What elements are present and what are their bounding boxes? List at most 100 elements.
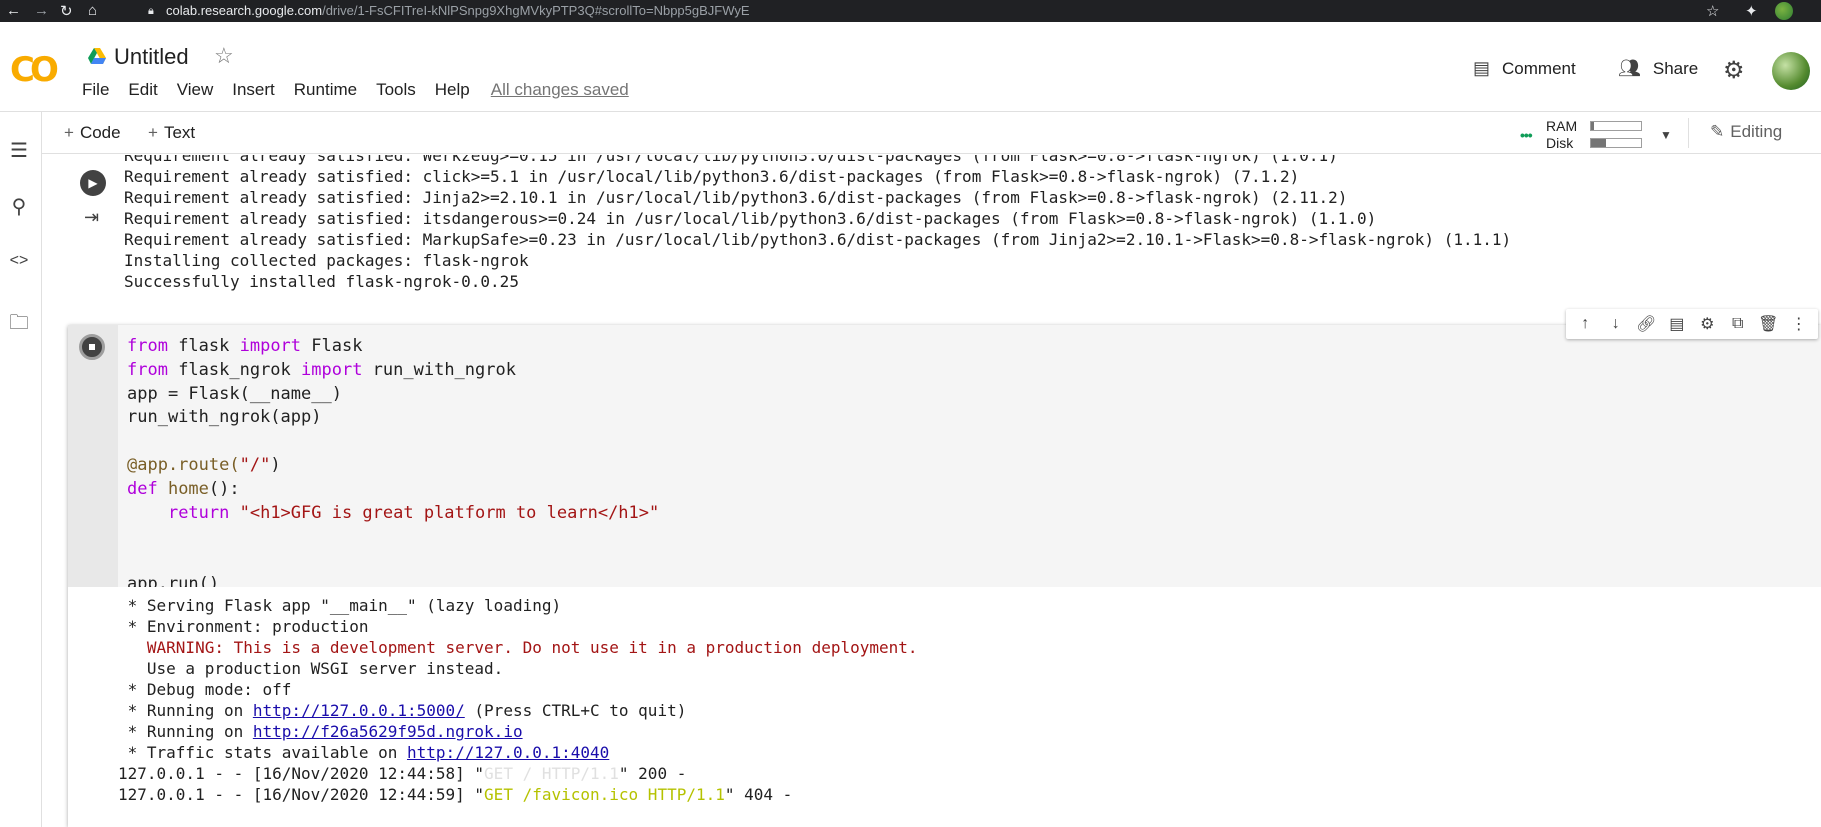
menu-file[interactable]: File xyxy=(82,80,109,100)
people-icon: 👥︎ xyxy=(1618,58,1641,78)
editing-label: Editing xyxy=(1730,122,1783,141)
output-line: Use a production WSGI server instead. xyxy=(118,659,504,678)
code-keyword: from xyxy=(127,336,168,356)
request-text: GET / HTTP/1.1 xyxy=(484,764,619,783)
disk-usage-fill xyxy=(1591,139,1606,147)
stop-execution-button[interactable] xyxy=(79,334,105,360)
reload-icon[interactable]: ↻ xyxy=(60,2,73,20)
left-sidebar: ☰ ⚲ <> 🗀 xyxy=(0,112,42,827)
more-options-icon[interactable]: ⋮ xyxy=(1788,314,1810,334)
extensions-icon[interactable]: ✦ xyxy=(1745,2,1758,20)
home-icon[interactable]: ⌂ xyxy=(88,2,97,19)
plus-icon: + xyxy=(64,123,74,142)
comment-button[interactable]: ▤ Comment xyxy=(1473,58,1576,79)
code-decorator: @app.route( xyxy=(127,454,240,475)
code-text: flask_ngrok xyxy=(167,359,302,380)
ram-usage-bar xyxy=(1590,121,1642,131)
add-text-button[interactable]: + Text xyxy=(148,123,195,143)
cell-output: * Serving Flask app "__main__" (lazy loa… xyxy=(118,587,1821,827)
output-text: (Press CTRL+C to quit) xyxy=(464,701,687,720)
browser-profile-avatar[interactable] xyxy=(1775,2,1793,20)
localhost-link[interactable]: http://127.0.0.1:5000/ xyxy=(253,701,465,720)
link-icon[interactable]: 🔗︎ xyxy=(1635,314,1657,334)
delete-trash-icon[interactable]: 🗑︎ xyxy=(1757,314,1779,334)
cell-toolbar: ↑ ↓ 🔗︎ ▤ ⚙ ⧉ 🗑︎ ⋮ xyxy=(1566,309,1818,339)
search-icon[interactable]: ⚲ xyxy=(8,194,30,219)
notebook-title[interactable]: Untitled xyxy=(114,44,189,70)
code-keyword: return xyxy=(167,502,230,523)
output-line: Successfully installed flask-ngrok-0.0.2… xyxy=(124,272,519,291)
settings-gear-icon[interactable]: ⚙ xyxy=(1723,56,1745,85)
ngrok-link[interactable]: http://f26a5629f95d.ngrok.io xyxy=(253,722,523,741)
output-text: " 200 - xyxy=(618,764,687,783)
run-cell-button[interactable]: ▶ xyxy=(80,170,106,196)
output-line: * Running on http://f26a5629f95d.ngrok.i… xyxy=(118,721,1821,742)
code-text: run_with_ngrok xyxy=(362,359,516,380)
chevron-down-icon[interactable]: ▼ xyxy=(1660,128,1672,142)
output-line: Requirement already satisfied: click>=5.… xyxy=(124,167,1300,186)
cell-gutter xyxy=(68,325,118,587)
forward-icon[interactable]: → xyxy=(34,2,49,19)
bookmark-star-icon[interactable]: ☆ xyxy=(1706,2,1719,20)
comment-label: Comment xyxy=(1502,58,1576,78)
output-line: 127.0.0.1 - - [16/Nov/2020 12:44:59] "GE… xyxy=(118,784,1821,805)
output-line: * Serving Flask app "__main__" (lazy loa… xyxy=(118,596,562,615)
disk-label: Disk xyxy=(1546,135,1574,151)
address-bar[interactable]: colab.research.google.com/drive/1-FsCFIT… xyxy=(166,3,750,18)
disk-usage-bar xyxy=(1590,138,1642,148)
code-text: run_with_ngrok(app) xyxy=(127,407,322,428)
menu-runtime[interactable]: Runtime xyxy=(294,80,357,100)
ram-label: RAM xyxy=(1546,118,1578,134)
menu-edit[interactable]: Edit xyxy=(128,80,157,100)
output-line: Requirement already satisfied: Werkzeug>… xyxy=(124,155,1338,165)
files-folder-icon[interactable]: 🗀 xyxy=(8,308,30,342)
comment-icon: ▤ xyxy=(1473,58,1491,78)
output-text: " 404 - xyxy=(724,785,793,804)
menu-insert[interactable]: Insert xyxy=(232,80,275,100)
colab-logo[interactable]: CO xyxy=(10,50,59,90)
table-of-contents-icon[interactable]: ☰ xyxy=(8,138,30,163)
url-path: /drive/1-FsCFITreI-kNlPSnpg9XhgMVkyPTP3Q… xyxy=(322,3,750,18)
output-actions-icon[interactable]: ⇥ xyxy=(84,207,99,228)
user-avatar[interactable] xyxy=(1772,52,1810,90)
code-text: app = Flask(__name__) xyxy=(127,383,342,404)
editing-mode-button[interactable]: ✎ Editing xyxy=(1710,122,1782,142)
notebook-toolbar: +Code +Text ••• RAM Disk ▼ ✎Editing ⌃ xyxy=(42,112,1821,154)
output-line: * Traffic stats available on http://127.… xyxy=(118,742,1821,763)
menu-tools[interactable]: Tools xyxy=(376,80,416,100)
code-cell[interactable]: from flask import Flask from flask_ngrok… xyxy=(68,309,1821,827)
code-snippets-icon[interactable]: <> xyxy=(8,252,30,270)
move-down-icon[interactable]: ↓ xyxy=(1605,315,1627,333)
divider xyxy=(1688,118,1689,148)
output-text: 127.0.0.1 - - [16/Nov/2020 12:44:59] " xyxy=(118,785,485,804)
output-line: Installing collected packages: flask-ngr… xyxy=(124,251,529,270)
star-icon[interactable]: ☆ xyxy=(214,43,234,69)
output-text: * Running on xyxy=(118,722,253,741)
output-line: * Environment: production xyxy=(118,617,369,636)
settings-gear-icon[interactable]: ⚙ xyxy=(1696,314,1718,334)
save-status[interactable]: All changes saved xyxy=(491,80,629,100)
back-icon[interactable]: ← xyxy=(6,2,21,19)
url-host: colab.research.google.com xyxy=(166,3,323,18)
mirror-cell-icon[interactable]: ⧉ xyxy=(1727,315,1749,333)
add-code-label: Code xyxy=(79,123,121,142)
code-string: "<h1>GFG is great platform to learn</h1>… xyxy=(229,502,660,523)
menu-help[interactable]: Help xyxy=(435,80,470,100)
code-keyword: import xyxy=(239,336,302,356)
move-up-icon[interactable]: ↑ xyxy=(1574,315,1596,333)
add-code-button[interactable]: + Code xyxy=(64,123,121,143)
share-button[interactable]: 👥︎ Share xyxy=(1618,58,1698,79)
output-line: * Running on http://127.0.0.1:5000/ (Pre… xyxy=(118,700,1821,721)
traffic-stats-link[interactable]: http://127.0.0.1:4040 xyxy=(407,743,609,762)
add-text-label: Text xyxy=(163,123,196,142)
output-warning-line: WARNING: This is a development server. D… xyxy=(118,638,918,657)
browser-bar: ← → ↻ ⌂ 🔒︎ colab.research.google.com/dri… xyxy=(0,0,1821,22)
code-text: Flask xyxy=(301,336,363,356)
comment-icon[interactable]: ▤ xyxy=(1666,314,1688,334)
menu-view[interactable]: View xyxy=(177,80,214,100)
output-text: * Running on xyxy=(118,701,253,720)
code-editor[interactable]: from flask import Flask from flask_ngrok… xyxy=(118,325,1821,594)
pencil-icon: ✎ xyxy=(1710,122,1725,141)
ram-usage-fill xyxy=(1591,122,1594,130)
output-line: 127.0.0.1 - - [16/Nov/2020 12:44:58] "GE… xyxy=(118,763,1821,784)
